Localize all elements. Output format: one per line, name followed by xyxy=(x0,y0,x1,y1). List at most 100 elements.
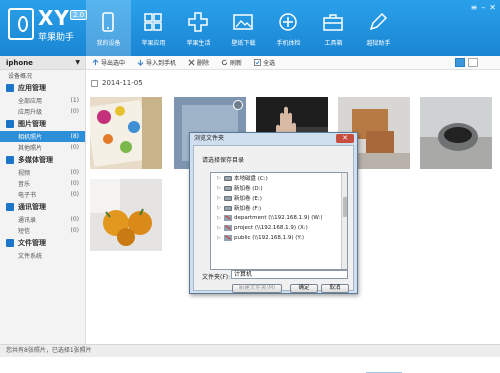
toolbox-icon xyxy=(323,14,343,31)
sidebar-item-sms[interactable]: 短信 (0) xyxy=(0,225,85,236)
sidebar-item-overview[interactable]: 设备概况 xyxy=(0,70,85,81)
sidebar-item-label: 应用升级 xyxy=(18,109,43,116)
section-title: 通讯管理 xyxy=(18,203,46,211)
select-all-button[interactable]: 全选 xyxy=(254,58,275,67)
ok-button[interactable]: 确定 xyxy=(290,284,318,293)
window-controls: ≡ – ✕ xyxy=(471,3,496,12)
sidebar-item-all-apps[interactable]: 全部应用 (1) xyxy=(0,95,85,106)
sidebar-section-photos[interactable]: 图片管理 xyxy=(0,117,85,131)
plus-circle-icon xyxy=(279,13,297,31)
sidebar-item-count: (0) xyxy=(70,191,80,198)
nav-phone-check[interactable]: 手机体检 xyxy=(266,0,311,56)
menu-icon[interactable]: ≡ xyxy=(471,3,478,12)
sidebar-item-camera-photos[interactable]: 相机照片 (8) xyxy=(0,131,85,142)
refresh-button[interactable]: 刷新 xyxy=(221,58,242,67)
photo-image xyxy=(90,179,162,251)
nav-apple-apps[interactable]: 苹果应用 xyxy=(131,0,176,56)
tree-item-drive[interactable]: ▷ 本地磁盘 (C:) xyxy=(211,173,347,183)
sidebar-item-ebook[interactable]: 电子书 (0) xyxy=(0,189,85,200)
network-drive-disconnected-icon xyxy=(224,225,232,231)
sidebar-item-music[interactable]: 音乐 (0) xyxy=(0,178,85,189)
photo-image xyxy=(90,97,162,169)
expand-arrow-icon[interactable]: ▷ xyxy=(217,195,222,201)
sidebar-item-label: 通讯录 xyxy=(18,217,37,224)
button-label: 全选 xyxy=(263,60,276,67)
main-nav: 我的设备 苹果应用 苹果生活 壁纸下载 手机体检 工具箱 越狱助手 xyxy=(86,0,401,56)
cancel-button[interactable]: 取消 xyxy=(321,284,349,293)
sidebar-section-apps[interactable]: 应用管理 xyxy=(0,81,85,95)
toolbar: 导出选中 导入到手机 删除 刷新 全选 xyxy=(86,56,500,70)
delete-button[interactable]: 删除 xyxy=(188,58,209,67)
apps-grid-icon xyxy=(144,13,162,31)
sidebar-item-contacts[interactable]: 通讯录 (0) xyxy=(0,214,85,225)
minimize-icon[interactable]: – xyxy=(481,3,485,12)
sidebar-item-app-upgrade[interactable]: 应用升级 (0) xyxy=(0,106,85,117)
tree-item-label: department (\\192.168.1.9) (W:) xyxy=(234,215,323,221)
tree-item-drive[interactable]: ▷ 新加卷 (F:) xyxy=(211,203,347,213)
refresh-icon xyxy=(221,59,228,66)
export-selected-button[interactable]: 导出选中 xyxy=(92,58,125,67)
button-label: 导出选中 xyxy=(101,60,126,67)
list-view-icon[interactable] xyxy=(468,58,478,67)
expand-arrow-icon[interactable]: ▷ xyxy=(217,215,222,221)
grid-view-icon[interactable] xyxy=(455,58,465,67)
selected-check-icon[interactable] xyxy=(233,100,243,110)
sidebar-section-media[interactable]: 多媒体管理 xyxy=(0,153,85,167)
folder-tree: ▷ 本地磁盘 (C:) ▷ 新加卷 (D:) ▷ 新加卷 (E:) ▷ 新加卷 … xyxy=(210,172,348,270)
tree-item-network-drive[interactable]: ▷ department (\\192.168.1.9) (W:) xyxy=(211,213,347,223)
section-title: 文件管理 xyxy=(18,239,46,247)
tree-item-network-drive[interactable]: ▷ project (\\192.168.1.9) (X:) xyxy=(211,223,347,233)
tree-item-network-drive[interactable]: ▷ public (\\192.168.1.9) (Y:) xyxy=(211,233,347,243)
export-icon xyxy=(92,59,99,66)
tree-item-label: 本地磁盘 (C:) xyxy=(234,176,268,182)
section-title: 图片管理 xyxy=(18,120,46,128)
sidebar-item-file-system[interactable]: 文件系统 xyxy=(0,250,85,261)
tree-item-drive[interactable]: ▷ 新加卷 (D:) xyxy=(211,183,347,193)
nav-apple-life[interactable]: 苹果生活 xyxy=(176,0,221,56)
dialog-title: 浏览文件夹 xyxy=(194,135,225,142)
sidebar-section-contacts[interactable]: 通讯管理 xyxy=(0,200,85,214)
tree-scrollbar[interactable] xyxy=(341,173,347,269)
sidebar-item-label: 其他照片 xyxy=(18,145,43,152)
new-folder-button[interactable]: 新建文件夹(M) xyxy=(232,284,282,293)
import-icon xyxy=(137,59,144,66)
folder-input[interactable]: 计算机 xyxy=(231,270,348,279)
nav-wallpaper[interactable]: 壁纸下载 xyxy=(221,0,266,56)
tree-item-drive[interactable]: ▷ 新加卷 (E:) xyxy=(211,193,347,203)
expand-arrow-icon[interactable]: ▷ xyxy=(217,185,222,191)
photo-thumbnail[interactable] xyxy=(90,97,162,169)
expand-arrow-icon[interactable]: ▷ xyxy=(217,205,222,211)
plus-cross-icon xyxy=(188,12,208,32)
sidebar-item-video[interactable]: 视频 (0) xyxy=(0,167,85,178)
expand-arrow-icon[interactable]: ▷ xyxy=(217,235,222,241)
photo-thumbnail[interactable] xyxy=(420,97,492,169)
sidebar-item-other-photos[interactable]: 其他照片 (0) xyxy=(0,142,85,153)
photo-image xyxy=(420,97,492,169)
drive-icon xyxy=(224,175,232,181)
sidebar-item-count: (0) xyxy=(70,180,80,187)
media-manage-icon xyxy=(6,156,14,164)
expand-arrow-icon[interactable]: ▷ xyxy=(217,225,222,231)
import-to-phone-button[interactable]: 导入到手机 xyxy=(137,58,176,67)
nav-label: 手机体检 xyxy=(276,40,301,47)
device-selector[interactable]: iphone ▼ xyxy=(0,56,85,70)
nav-jailbreak[interactable]: 越狱助手 xyxy=(356,0,401,56)
checkbox-icon xyxy=(254,59,262,66)
dialog-close-button[interactable]: ✕ xyxy=(336,134,354,143)
photo-thumbnail[interactable] xyxy=(90,179,162,251)
nav-toolbox[interactable]: 工具箱 xyxy=(311,0,356,56)
section-title: 应用管理 xyxy=(18,84,46,92)
button-label: 刷新 xyxy=(230,60,243,67)
date-group-checkbox[interactable] xyxy=(91,79,98,87)
nav-my-device[interactable]: 我的设备 xyxy=(86,0,131,56)
view-toggle xyxy=(455,58,478,67)
photo-manage-icon xyxy=(6,120,14,128)
logo-subtitle: 苹果助手 xyxy=(38,33,75,43)
sidebar: iphone ▼ 设备概况 应用管理 全部应用 (1) 应用升级 (0) 图片管… xyxy=(0,56,86,344)
expand-arrow-icon[interactable]: ▷ xyxy=(217,175,222,181)
sidebar-section-files[interactable]: 文件管理 xyxy=(0,236,85,250)
close-icon[interactable]: ✕ xyxy=(489,3,496,12)
sidebar-item-count: (0) xyxy=(70,144,80,151)
scrollbar-thumb[interactable] xyxy=(343,197,347,217)
chevron-down-icon: ▼ xyxy=(75,59,80,66)
